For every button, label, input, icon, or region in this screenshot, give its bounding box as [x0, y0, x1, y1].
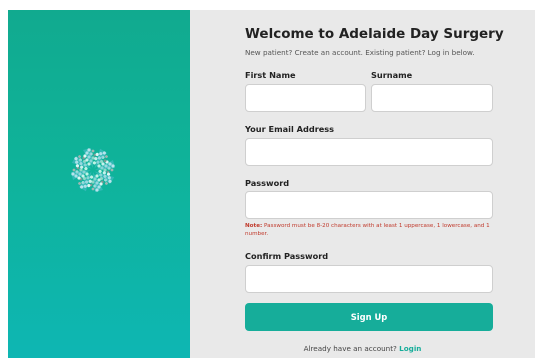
pinwheel-logo-icon — [70, 147, 116, 193]
page-title: Welcome to Adelaide Day Surgery — [245, 26, 504, 42]
note-prefix: Note: — [245, 223, 263, 229]
page-subtitle: New patient? Create an account. Existing… — [245, 48, 475, 57]
email-label: Your Email Address — [245, 124, 335, 134]
first-name-label: First Name — [245, 70, 296, 80]
signup-form: Welcome to Adelaide Day Surgery New pati… — [190, 10, 535, 358]
surname-input[interactable] — [371, 84, 493, 112]
password-label: Password — [245, 178, 290, 188]
password-input[interactable] — [245, 191, 493, 219]
password-note: Note: Password must be 8-20 characters w… — [245, 222, 495, 238]
confirm-password-label: Confirm Password — [245, 251, 329, 261]
already-text: Already have an account? — [303, 344, 397, 353]
login-prompt: Already have an account? Login — [190, 344, 535, 353]
note-text: Password must be 8-20 characters with at… — [245, 223, 490, 237]
first-name-input[interactable] — [245, 84, 366, 112]
confirm-password-input[interactable] — [245, 265, 493, 293]
login-link[interactable]: Login — [399, 344, 421, 353]
brand-panel — [8, 10, 190, 358]
surname-label: Surname — [371, 70, 413, 80]
email-input[interactable] — [245, 138, 493, 166]
signup-page: Welcome to Adelaide Day Surgery New pati… — [0, 0, 535, 358]
sign-up-button[interactable]: Sign Up — [245, 303, 493, 331]
